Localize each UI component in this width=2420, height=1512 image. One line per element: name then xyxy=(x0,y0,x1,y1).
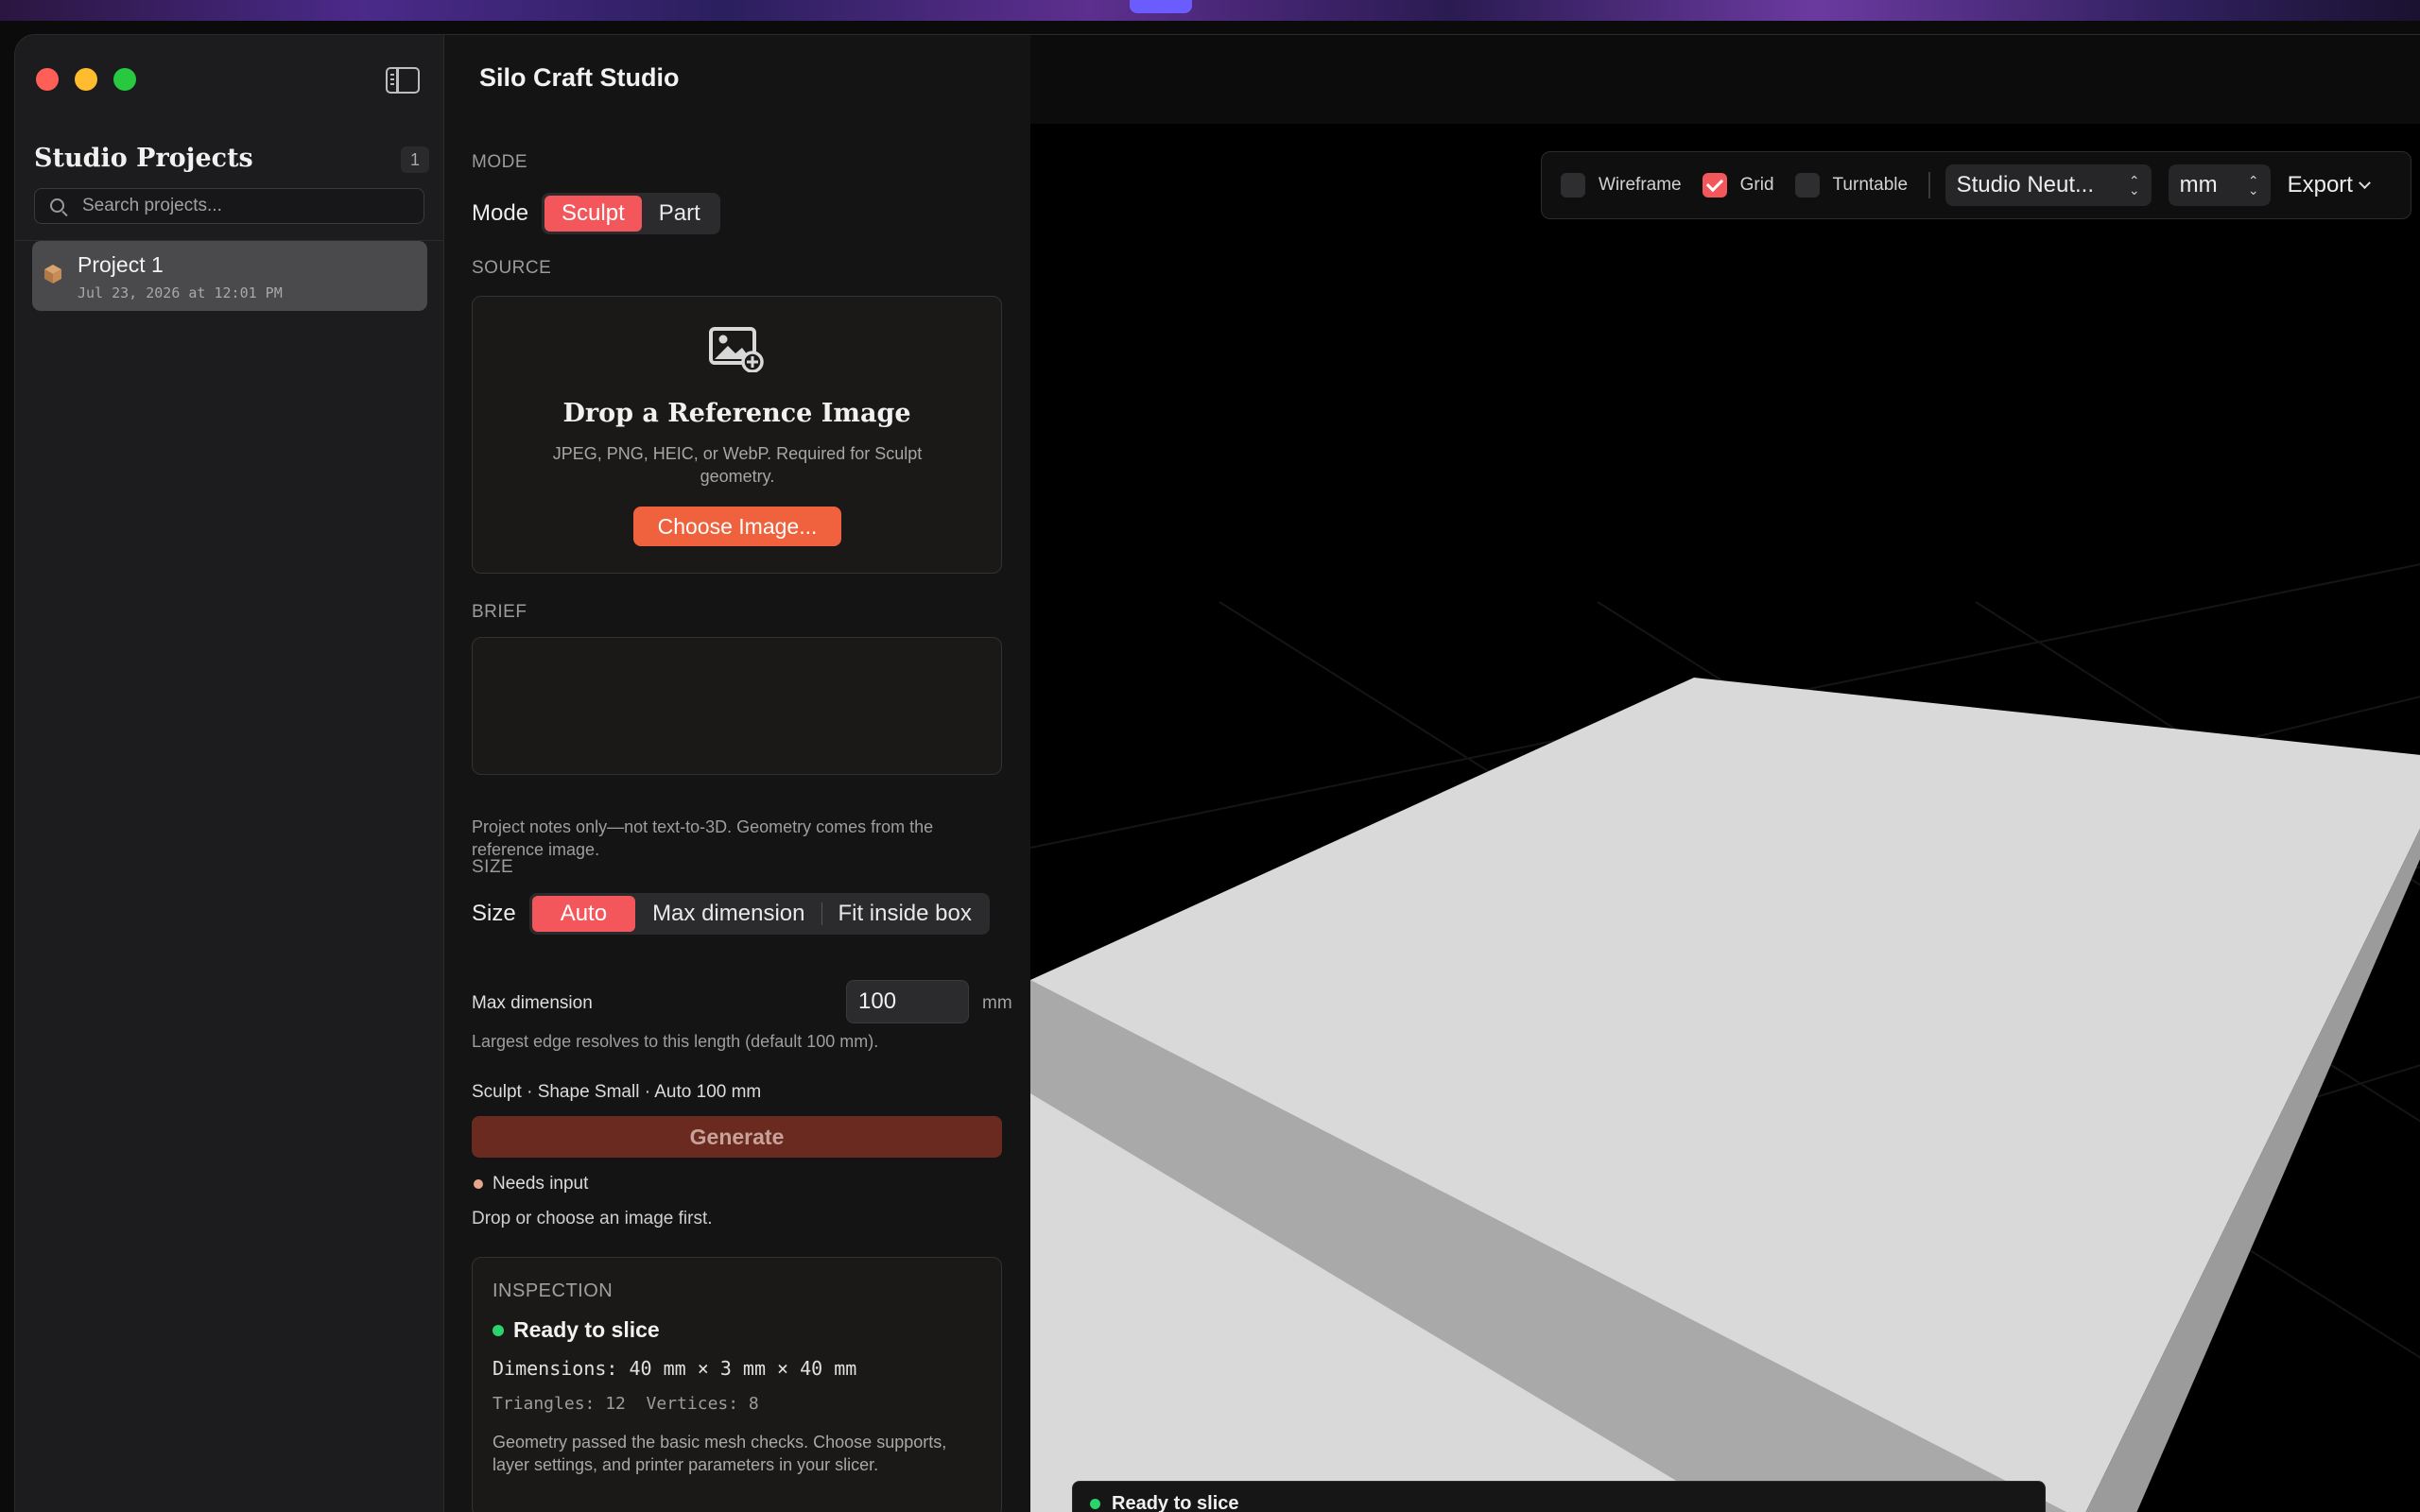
zoom-window-button[interactable] xyxy=(113,68,136,91)
inspection-counts: Triangles: 12 Vertices: 8 xyxy=(493,1394,759,1414)
size-section-header: SIZE xyxy=(472,857,514,877)
toolbar-separator xyxy=(1928,172,1930,198)
wireframe-label: Wireframe xyxy=(1599,175,1682,195)
project-name: Project 1 xyxy=(78,252,164,277)
mode-segmented-control: Sculpt Part xyxy=(542,193,720,234)
brief-textarea[interactable] xyxy=(473,638,1001,774)
sidebar-toggle-icon[interactable] xyxy=(386,67,420,94)
sidebar: Studio Projects 1 Project 1 Jul 23, 2026… xyxy=(15,35,444,1512)
size-option-fit-inside-box[interactable]: Fit inside box xyxy=(822,896,986,932)
brief-note: Project notes only—not text-to-3D. Geome… xyxy=(472,817,934,859)
sidebar-title: Studio Projects xyxy=(34,144,253,173)
up-down-chevron-icon: ⌃ ⌄ xyxy=(2128,173,2140,198)
export-menu-button[interactable]: Export xyxy=(2287,172,2371,198)
settings-panel: Silo Craft Studio MODE Mode Sculpt Part … xyxy=(445,35,1031,1512)
model-preview[interactable] xyxy=(1030,35,2420,1512)
status-text: Needs input xyxy=(493,1174,589,1194)
grid-checkbox[interactable] xyxy=(1702,173,1727,198)
generation-summary: Sculpt · Shape Small · Auto 100 mm xyxy=(472,1082,762,1102)
mode-row: Mode Sculpt Part xyxy=(472,193,720,234)
size-label: Size xyxy=(472,901,516,926)
menubar-active-indicator xyxy=(1130,0,1192,13)
3d-viewport[interactable]: Wireframe Grid Turntable Studio Neut... … xyxy=(1030,35,2420,1512)
chevron-down-icon xyxy=(2359,176,2371,189)
size-option-max-dimension[interactable]: Max dimension xyxy=(635,896,821,932)
mode-option-sculpt[interactable]: Sculpt xyxy=(544,196,642,232)
inspection-description: Geometry passed the basic mesh checks. C… xyxy=(493,1433,947,1474)
grid-label: Grid xyxy=(1739,175,1774,195)
viewport-status-bar: Ready to slice xyxy=(1072,1481,2046,1512)
brief-section-header: BRIEF xyxy=(472,602,527,622)
dropzone-title: Drop a Reference Image xyxy=(562,399,911,428)
turntable-label: Turntable xyxy=(1832,175,1909,195)
size-note: Largest edge resolves to this length (de… xyxy=(472,1032,879,1051)
environment-value: Studio Neut... xyxy=(1956,172,2095,198)
choose-image-button[interactable]: Choose Image... xyxy=(633,507,841,546)
units-popup[interactable]: mm ⌃ ⌄ xyxy=(2168,164,2271,206)
cube-icon xyxy=(44,265,61,284)
viewport-status-text: Ready to slice xyxy=(1112,1493,1239,1512)
mode-section-header: MODE xyxy=(472,152,527,172)
status-dot-icon xyxy=(474,1179,483,1189)
up-down-chevron-icon: ⌃ ⌄ xyxy=(2247,173,2259,198)
mode-label: Mode xyxy=(472,200,529,226)
minimize-window-button[interactable] xyxy=(75,68,97,91)
wireframe-toggle[interactable]: Wireframe xyxy=(1561,173,1682,198)
wireframe-checkbox[interactable] xyxy=(1561,173,1585,198)
search-input[interactable] xyxy=(82,189,413,222)
grid-toggle[interactable]: Grid xyxy=(1702,173,1774,198)
viewport-status: Ready to slice xyxy=(1090,1493,1239,1512)
environment-popup[interactable]: Studio Neut... ⌃ ⌄ xyxy=(1945,164,2152,206)
max-dimension-field[interactable] xyxy=(846,980,969,1023)
ready-dot-icon xyxy=(493,1324,504,1336)
add-photo-icon xyxy=(709,327,764,372)
search-icon xyxy=(50,198,64,213)
inspection-dimensions: Dimensions: 40 mm × 3 mm × 40 mm xyxy=(493,1357,857,1380)
close-window-button[interactable] xyxy=(36,68,59,91)
generation-hint: Drop or choose an image first. xyxy=(472,1209,713,1228)
size-option-auto[interactable]: Auto xyxy=(531,896,636,932)
units-value: mm xyxy=(2179,172,2218,198)
app-window: Studio Projects 1 Project 1 Jul 23, 2026… xyxy=(14,34,2420,1512)
inspection-status-text: Ready to slice xyxy=(513,1317,660,1342)
dropzone-subtitle: JPEG, PNG, HEIC, or WebP. Required for S… xyxy=(552,444,923,486)
reference-image-dropzone[interactable]: Drop a Reference Image JPEG, PNG, HEIC, … xyxy=(472,296,1002,574)
inspection-header: INSPECTION xyxy=(493,1280,614,1301)
inspection-card: INSPECTION Ready to slice Dimensions: 40… xyxy=(472,1257,1002,1512)
project-date: Jul 23, 2026 at 12:01 PM xyxy=(78,284,283,301)
desktop-menubar xyxy=(0,0,2420,21)
window-controls xyxy=(36,68,136,91)
mode-option-part[interactable]: Part xyxy=(642,196,717,232)
project-count-badge: 1 xyxy=(401,146,429,173)
brief-field[interactable] xyxy=(472,637,1002,775)
viewport-toolbar: Wireframe Grid Turntable Studio Neut... … xyxy=(1541,151,2411,219)
size-row: Size Auto Max dimension Fit inside box xyxy=(472,893,990,935)
export-label: Export xyxy=(2287,172,2353,198)
generate-button[interactable]: Generate xyxy=(472,1116,1002,1158)
ready-dot-icon xyxy=(1090,1499,1100,1509)
project-search[interactable] xyxy=(34,188,424,224)
project-list-item[interactable]: Project 1 Jul 23, 2026 at 12:01 PM xyxy=(32,241,427,311)
source-section-header: SOURCE xyxy=(472,258,552,278)
max-dimension-label: Max dimension xyxy=(472,993,593,1013)
size-segmented-control: Auto Max dimension Fit inside box xyxy=(528,893,990,935)
max-dimension-unit: mm xyxy=(982,993,1012,1013)
window-title: Silo Craft Studio xyxy=(479,63,680,92)
generation-status: Needs input xyxy=(474,1174,588,1194)
inspection-status: Ready to slice xyxy=(493,1317,660,1343)
turntable-toggle[interactable]: Turntable xyxy=(1794,173,1909,198)
turntable-checkbox[interactable] xyxy=(1794,173,1820,198)
